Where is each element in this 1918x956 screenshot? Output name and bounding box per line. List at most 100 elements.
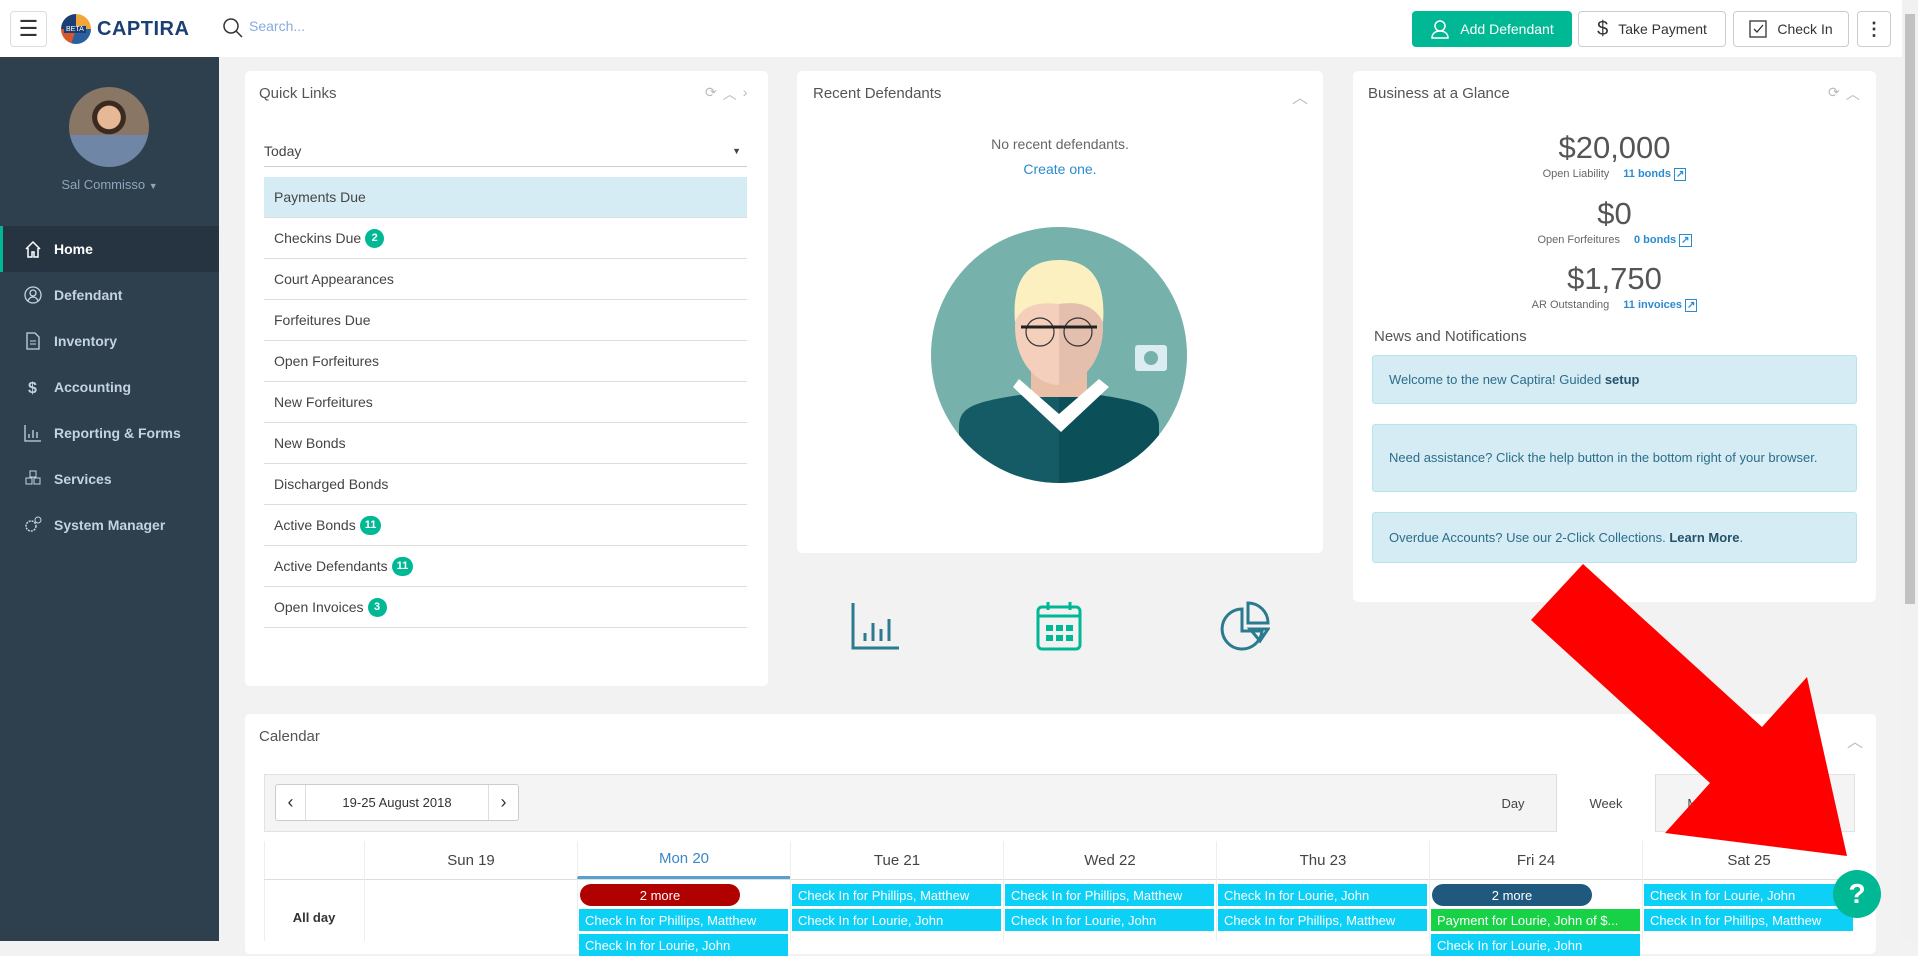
quick-link-item[interactable]: Active Defendants 11 [264,546,747,587]
news-item[interactable]: Overdue Accounts? Use our 2-Click Collec… [1372,512,1857,563]
calendar-event[interactable]: Check In for Phillips, Matthew [1005,884,1214,906]
create-defendant-link[interactable]: Create one. [797,161,1323,177]
day-header: Sun 19 [364,841,577,879]
quick-link-item[interactable]: Court Appearances [264,259,747,300]
search-input[interactable] [249,18,549,34]
news-after: . [1739,529,1744,545]
sidebar-item-home[interactable]: Home [0,226,219,272]
quick-link-item[interactable]: Active Bonds 11 [264,505,747,546]
day-header: Sat 25 [1642,841,1855,879]
logo[interactable]: BETA CAPTIRA [61,14,189,44]
refresh-icon[interactable]: ⟳ [705,84,717,104]
chevron-up-icon[interactable]: ︿ [1847,728,1863,752]
calendar-event[interactable]: Check In for Lourie, John [1644,884,1853,906]
calendar-event[interactable]: Check In for Phillips, Matthew [1218,909,1427,931]
stat-label: AR Outstanding [1531,299,1610,311]
user-name: Sal Commisso [61,177,146,192]
sidebar-item-label: Home [54,241,93,257]
news-item[interactable]: Need assistance? Click the help button i… [1372,424,1857,492]
quick-links-title: Quick Links [259,85,337,102]
day-header: Tue 21 [790,841,1003,879]
chevron-up-icon[interactable]: ︿ [1846,84,1860,104]
stat-label: Open Liability [1542,168,1610,180]
day-column-divider [364,879,365,941]
calendar-event[interactable]: Check In for Phillips, Matthew [579,909,788,931]
sidebar-item-defendant[interactable]: Defendant [0,272,219,318]
news-item[interactable]: Welcome to the new Captira! Guided setup [1372,355,1857,404]
sidebar-item-label: Reporting & Forms [54,425,181,441]
day-header: Thu 23 [1216,841,1429,879]
stat-link-label: 11 invoices [1623,299,1682,311]
quick-link-item[interactable]: New Bonds [264,423,747,464]
calendar-event[interactable]: Payment for Lourie, John of $... [1431,909,1640,931]
next-week-button[interactable]: › [488,785,518,820]
view-tab-week[interactable]: Week [1556,774,1656,832]
calendar-event[interactable]: Check In for Lourie, John [1218,884,1427,906]
chevron-right-icon[interactable]: › [743,84,748,104]
quick-link-item[interactable]: Open Forfeitures [264,341,747,382]
sidebar-item-reporting-forms[interactable]: Reporting & Forms [0,410,219,456]
quick-link-item[interactable]: Discharged Bonds [264,464,747,505]
sidebar-item-accounting[interactable]: $ Accounting [0,364,219,410]
cubes-icon [25,470,41,485]
analytics-shortcut-pie-chart-icon[interactable] [1220,601,1270,651]
user-icon [1431,20,1450,39]
reports-shortcut-bar-chart-icon[interactable] [851,601,901,651]
user-menu[interactable]: Sal Commisso ▼ [0,177,219,192]
sidebar-item-system-manager[interactable]: System Manager [0,502,219,548]
sidebar-item-label: System Manager [54,517,166,533]
avatar[interactable] [69,87,149,167]
stat-value: $0 [1597,196,1632,231]
checkbox-icon [1749,20,1768,38]
calendar-event[interactable]: Check In for Lourie, John [1005,909,1214,931]
more-events-button[interactable]: 2 more [1432,884,1592,906]
sidebar-item-services[interactable]: Services [0,456,219,502]
stat-link[interactable]: 11 invoices ↗ [1623,299,1698,312]
external-link-icon: ↗ [1673,168,1687,181]
calendar-event[interactable]: Check In for Lourie, John [792,909,1001,931]
calendar-event[interactable]: Check In for Phillips, Matthew [1644,909,1853,931]
svg-text:$: $ [28,380,37,396]
search-icon [223,18,243,38]
more-options-button[interactable]: ⋮ [1857,11,1891,47]
stat-link[interactable]: 11 bonds ↗ [1623,168,1687,181]
quick-link-item[interactable]: Open Invoices 3 [264,587,747,628]
defendant-placeholder-avatar[interactable] [931,227,1187,483]
date-filter-select[interactable]: Today ▼ [264,136,747,167]
view-tab-agenda[interactable]: Agenda [1755,774,1855,832]
quick-link-label: Active Defendants [274,558,388,574]
check-in-button[interactable]: Check In [1733,11,1849,47]
calendar-event[interactable]: Check In for Lourie, John [579,934,788,956]
refresh-icon[interactable]: ⟳ [1828,84,1840,104]
stat-link[interactable]: 0 bonds ↗ [1634,234,1692,247]
news-link[interactable]: setup [1605,372,1640,387]
chevron-up-icon[interactable]: ︿ [1292,84,1308,108]
hamburger-menu-button[interactable]: ☰ [10,11,47,47]
stat-label: Open Forfeitures [1537,234,1620,246]
quick-link-item[interactable]: Checkins Due 2 [264,218,747,259]
calendar-event[interactable]: Check In for Lourie, John [1431,934,1640,956]
news-link[interactable]: Learn More [1669,530,1739,545]
page-scrollbar[interactable] [1902,0,1918,941]
sidebar-item-inventory[interactable]: Inventory [0,318,219,364]
more-events-button[interactable]: 2 more [580,884,740,906]
view-tab-day[interactable]: Day [1470,774,1556,832]
chevron-up-icon[interactable]: ︿ [723,84,737,104]
stat-label-row: AR Outstanding 11 invoices ↗ [1353,299,1876,312]
calendar-title: Calendar [259,728,320,745]
take-payment-button[interactable]: $ Take Payment [1578,11,1726,47]
prev-week-button[interactable]: ‹ [276,785,306,820]
view-tab-month[interactable]: Month [1656,774,1755,832]
help-button[interactable]: ? [1833,870,1881,918]
quick-link-label: Court Appearances [274,271,394,287]
bar-chart-icon [24,425,41,442]
scrollbar-thumb[interactable] [1905,14,1915,604]
take-payment-label: Take Payment [1618,21,1707,37]
quick-link-item[interactable]: Payments Due [264,177,747,218]
calendar-event[interactable]: Check In for Phillips, Matthew [792,884,1001,906]
add-defendant-button[interactable]: Add Defendant [1412,11,1572,47]
calendar-shortcut-calendar-icon[interactable] [1036,601,1082,651]
news-text: Overdue Accounts? Use our 2-Click Collec… [1389,529,1743,547]
quick-link-item[interactable]: Forfeitures Due [264,300,747,341]
quick-link-item[interactable]: New Forfeitures [264,382,747,423]
